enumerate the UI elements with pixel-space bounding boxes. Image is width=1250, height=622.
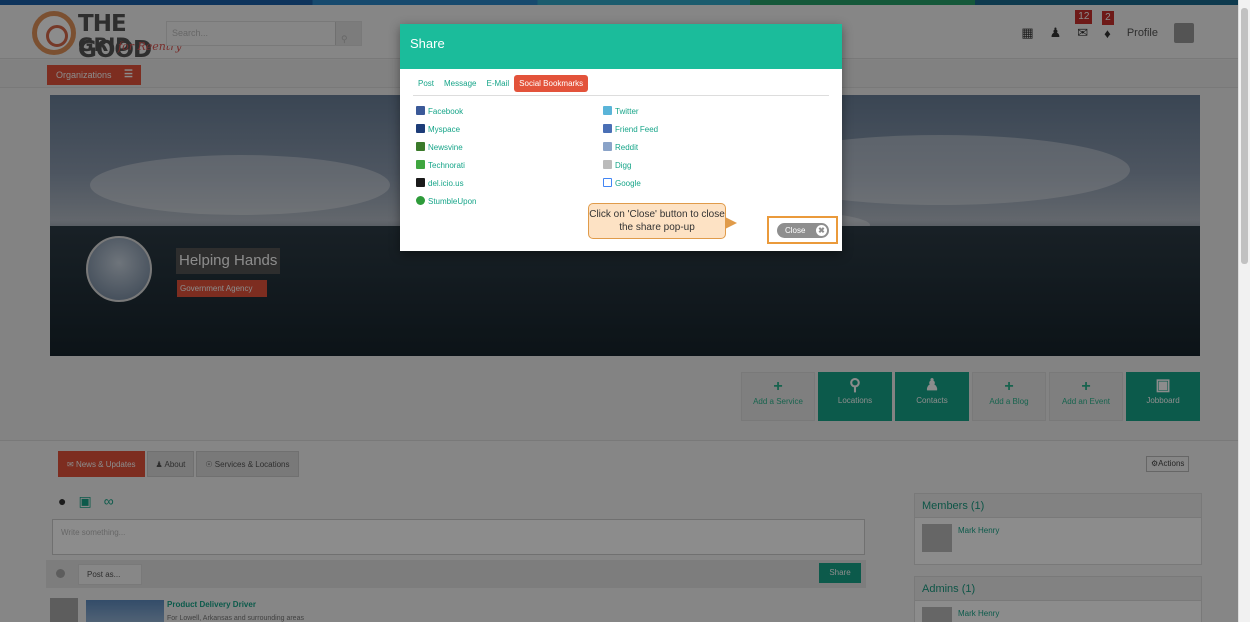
myspace-link[interactable]: Myspace (416, 124, 460, 135)
close-icon: ✖ (816, 225, 827, 236)
digg-icon (603, 160, 612, 169)
newsvine-label: Newsvine (428, 143, 463, 152)
share-modal: Share Post Message E-Mail Social Bookmar… (400, 24, 842, 251)
technorati-link[interactable]: Technorati (416, 160, 465, 171)
stumbleupon-label: StumbleUpon (428, 197, 477, 206)
close-label: Close (785, 226, 806, 235)
delicious-link[interactable]: del.icio.us (416, 178, 464, 189)
close-button[interactable]: Close ✖ (777, 223, 829, 238)
friendfeed-link[interactable]: Friend Feed (603, 124, 658, 135)
friendfeed-label: Friend Feed (615, 125, 659, 134)
stumbleupon-link[interactable]: StumbleUpon (416, 196, 476, 207)
facebook-link[interactable]: Facebook (416, 106, 463, 117)
facebook-label: Facebook (428, 107, 464, 116)
twitter-icon (603, 106, 612, 115)
digg-label: Digg (615, 161, 632, 170)
scrollbar-thumb[interactable] (1241, 8, 1248, 264)
twitter-link[interactable]: Twitter (603, 106, 639, 117)
close-button-highlight: Close ✖ (767, 216, 838, 244)
share-tabs: Post Message E-Mail Social Bookmarks (413, 75, 829, 96)
modal-title: Share (400, 24, 842, 69)
reddit-link[interactable]: Reddit (603, 142, 638, 153)
digg-link[interactable]: Digg (603, 160, 631, 171)
delicious-label: del.icio.us (428, 179, 464, 188)
technorati-label: Technorati (428, 161, 465, 170)
tab-message[interactable]: Message (439, 75, 481, 92)
tab-social-bookmarks[interactable]: Social Bookmarks (514, 75, 589, 92)
newsvine-icon (416, 142, 425, 151)
tab-email[interactable]: E-Mail (481, 75, 514, 92)
delicious-icon (416, 178, 425, 187)
google-link[interactable]: Google (603, 178, 641, 189)
page-scrollbar[interactable] (1238, 0, 1250, 622)
newsvine-link[interactable]: Newsvine (416, 142, 463, 153)
reddit-icon (603, 142, 612, 151)
facebook-icon (416, 106, 425, 115)
myspace-label: Myspace (428, 125, 461, 134)
google-label: Google (615, 179, 641, 188)
technorati-icon (416, 160, 425, 169)
twitter-label: Twitter (615, 107, 639, 116)
close-instruction-callout: Click on 'Close' button to close the sha… (588, 203, 737, 239)
tab-post[interactable]: Post (413, 75, 439, 92)
myspace-icon (416, 124, 425, 133)
google-icon (603, 178, 612, 187)
stumbleupon-icon (416, 196, 425, 205)
reddit-label: Reddit (615, 143, 639, 152)
friendfeed-icon (603, 124, 612, 133)
